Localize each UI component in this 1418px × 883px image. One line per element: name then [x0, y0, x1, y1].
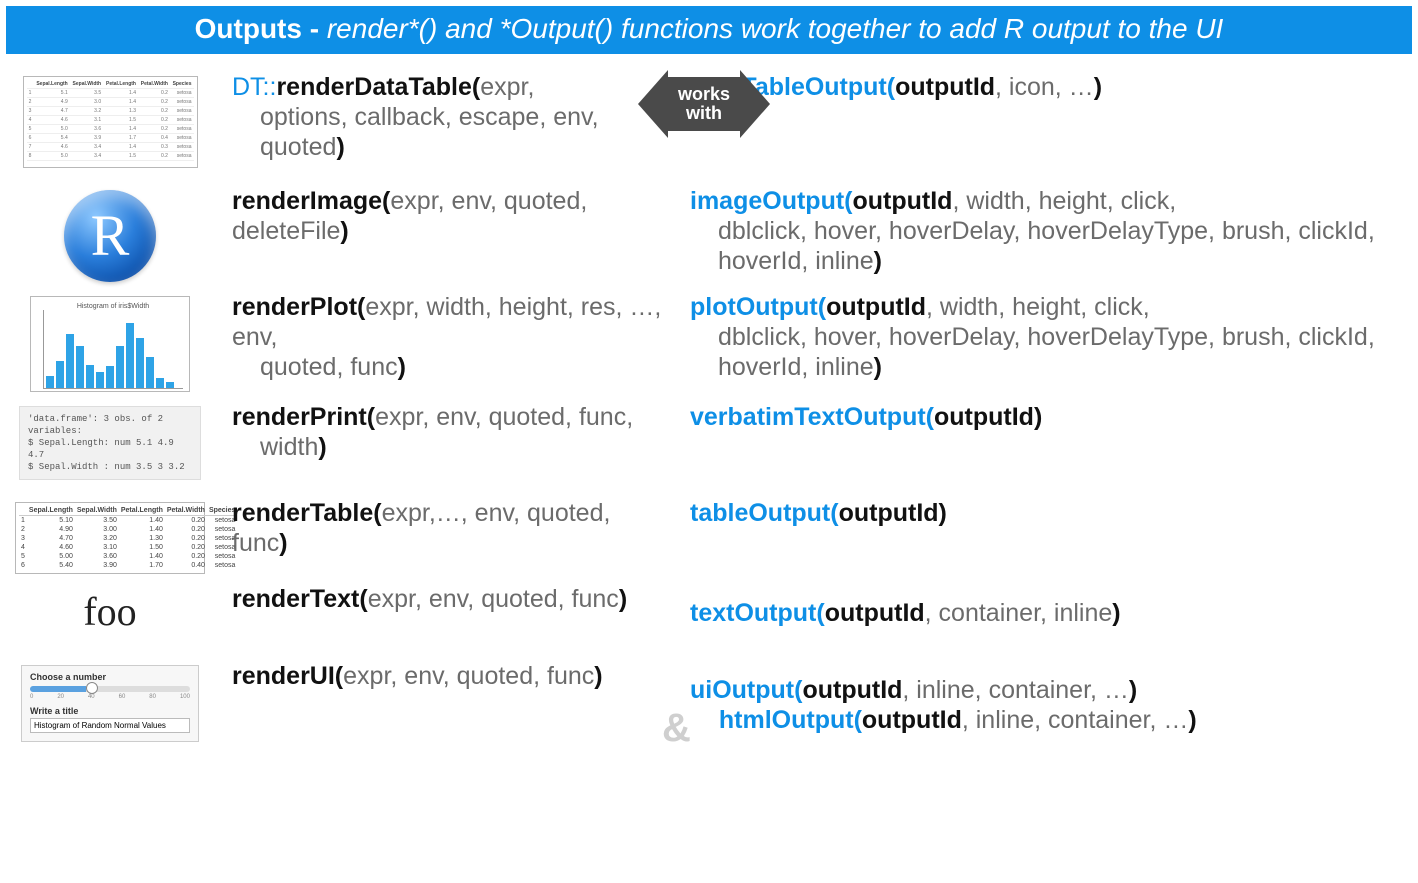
output-fn-datatable: dataTableOutput(outputId, icon, …) [670, 72, 1408, 102]
render-fn-text: renderText(expr, env, quoted, func) [210, 584, 670, 614]
render-fn-image: renderImage(expr, env, quoted, deleteFil… [210, 186, 670, 246]
works-with-arrow: works with [638, 70, 770, 138]
section-header: Outputs - render*() and *Output() functi… [6, 6, 1412, 54]
thumb-histogram-icon: Histogram of iris$Width [30, 296, 190, 392]
output-fn-table: tableOutput(outputId) [670, 498, 1408, 528]
row-text: foo renderText(expr, env, quoted, func) … [10, 584, 1408, 635]
row-image: R renderImage(expr, env, quoted, deleteF… [10, 186, 1408, 282]
header-title-bold: Outputs - [195, 13, 327, 44]
thumb-verbatim-icon: 'data.frame': 3 obs. of 2 variables: $ S… [19, 406, 201, 481]
render-fn-ui: renderUI(expr, env, quoted, func) [210, 661, 670, 691]
render-fn-print: renderPrint(expr, env, quoted, func, wid… [210, 402, 670, 462]
row-print: 'data.frame': 3 obs. of 2 variables: $ S… [10, 402, 1408, 481]
content-area: Sepal.LengthSepal.WidthPetal.LengthPetal… [0, 54, 1418, 763]
row-plot: Histogram of iris$Width renderPlot(expr,… [10, 292, 1408, 392]
arrow-text-1: works [678, 85, 730, 104]
output-fn-image: imageOutput(outputId, width, height, cli… [670, 186, 1408, 276]
arrow-left-icon [638, 70, 668, 138]
row-table: Sepal.LengthSepal.WidthPetal.LengthPetal… [10, 498, 1408, 574]
arrow-text-2: with [678, 104, 730, 123]
render-fn-datatable: DT::renderDataTable(expr, options, callb… [210, 72, 670, 162]
row-ui: Choose a number 020406080100 Write a tit… [10, 661, 1408, 742]
output-fn-verbatim: verbatimTextOutput(outputId) [670, 402, 1408, 432]
output-fn-text: textOutput(outputId, container, inline) [670, 584, 1408, 628]
thumb-text-icon: foo [83, 588, 136, 635]
output-fn-ui: uiOutput(outputId, inline, container, …)… [670, 661, 1408, 735]
output-fn-plot: plotOutput(outputId, width, height, clic… [670, 292, 1408, 382]
header-title-rest: render*() and *Output() functions work t… [327, 13, 1224, 44]
thumb-datatable-icon: Sepal.LengthSepal.WidthPetal.LengthPetal… [23, 76, 198, 168]
thumb-ui-icon: Choose a number 020406080100 Write a tit… [21, 665, 199, 742]
arrow-right-icon [740, 70, 770, 138]
render-fn-table: renderTable(expr,…, env, quoted, func) [210, 498, 670, 558]
thumb-table-icon: Sepal.LengthSepal.WidthPetal.LengthPetal… [15, 502, 205, 574]
thumb-ui-text-input [30, 718, 190, 733]
render-fn-plot: renderPlot(expr, width, height, res, …, … [210, 292, 670, 382]
thumb-r-logo-icon: R [64, 190, 156, 282]
